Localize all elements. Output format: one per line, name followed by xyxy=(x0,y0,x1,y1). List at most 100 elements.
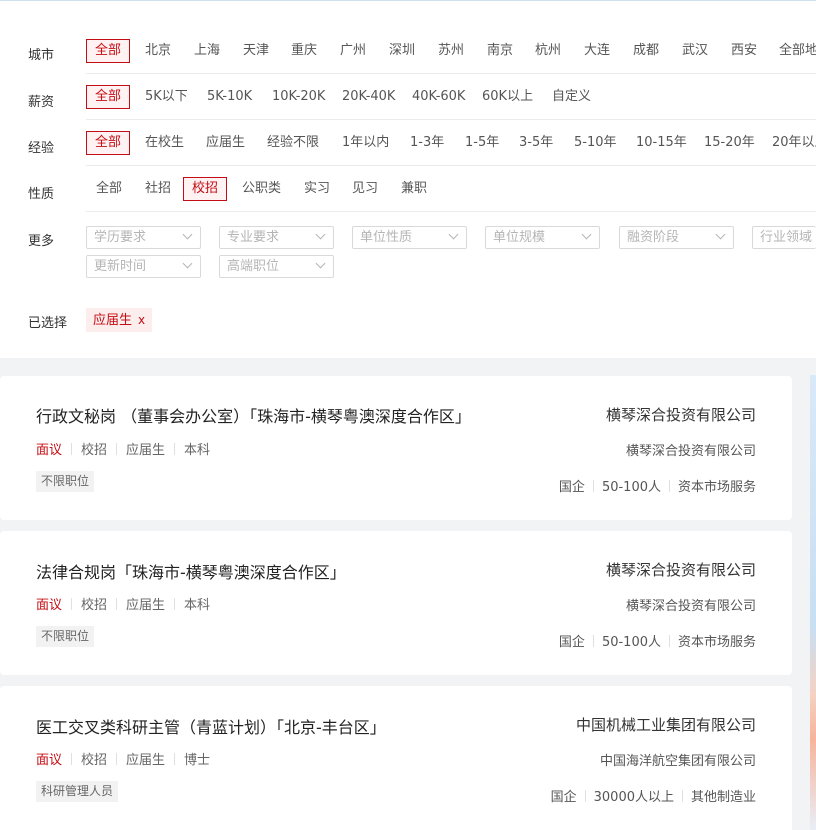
chevron-down-icon xyxy=(315,258,326,269)
selected-filter-chip: 应届生 x xyxy=(86,308,153,332)
education-select-label: 学历要求 xyxy=(94,230,147,245)
company-industry: 其他制造业 xyxy=(690,790,756,805)
company-size: 30000人以上 xyxy=(593,790,674,805)
org-size-select-label: 单位规模 xyxy=(493,230,546,245)
chevron-down-icon xyxy=(448,229,459,240)
job-tags: 面议 校招 应届生 本科 xyxy=(36,439,210,458)
type-option-public[interactable]: 公职类 xyxy=(242,177,281,201)
type-option-all[interactable]: 全部 xyxy=(96,177,122,201)
city-option-beijing[interactable]: 北京 xyxy=(145,39,171,63)
city-option-suzhou[interactable]: 苏州 xyxy=(438,39,464,63)
job-tag: 本科 xyxy=(184,598,211,613)
salary-option-over-60k[interactable]: 60K以上 xyxy=(482,85,533,109)
city-option-guangzhou[interactable]: 广州 xyxy=(340,39,366,63)
salary-option-10k-20k[interactable]: 10K-20K xyxy=(272,85,325,109)
salary-option-20k-40k[interactable]: 20K-40K xyxy=(342,85,395,109)
job-card[interactable]: 法律合规岗「珠海市-横琴粤澳深度合作区」 面议 校招 应届生 本科 不限职位 横琴深合… xyxy=(0,531,792,675)
major-select[interactable]: 专业要求 xyxy=(219,226,334,249)
job-tag: 校招 xyxy=(81,443,108,458)
company-meta: 国企 50-100人 资本市场服务 xyxy=(559,631,756,650)
funding-stage-select[interactable]: 融资阶段 xyxy=(619,226,734,249)
type-option-parttime[interactable]: 兼职 xyxy=(401,177,427,201)
experience-filter-row: 经验 全部 在校生 应届生 经验不限 1年以内 1-3年 1-5年 3-5年 5… xyxy=(0,131,816,157)
org-type-select[interactable]: 单位性质 xyxy=(352,226,467,249)
city-option-hangzhou[interactable]: 杭州 xyxy=(535,39,561,63)
type-filter-row: 性质 全部 社招 校招 公职类 实习 见习 兼职 xyxy=(0,177,816,203)
company-industry: 资本市场服务 xyxy=(677,480,756,495)
remove-filter-button[interactable]: x xyxy=(138,313,145,327)
job-card[interactable]: 医工交叉类科研主管（青蓝计划）「北京-丰台区」 面议 校招 应届生 博士 科研管理人员… xyxy=(0,686,792,830)
experience-option-3-5y[interactable]: 3-5年 xyxy=(519,131,553,155)
company-industry: 资本市场服务 xyxy=(677,635,756,650)
job-category-badge: 科研管理人员 xyxy=(36,781,119,802)
company-name[interactable]: 横琴深合投资有限公司 xyxy=(606,559,756,580)
experience-option-1-3y[interactable]: 1-3年 xyxy=(410,131,444,155)
city-option-chongqing[interactable]: 重庆 xyxy=(291,39,317,63)
city-option-all[interactable]: 全部 xyxy=(86,39,131,63)
update-time-select-label: 更新时间 xyxy=(94,259,147,274)
city-option-nanjing[interactable]: 南京 xyxy=(487,39,513,63)
selected-filter-chip-label: 应届生 xyxy=(93,313,133,328)
chevron-down-icon xyxy=(315,229,326,240)
city-option-xian[interactable]: 西安 xyxy=(731,39,757,63)
company-ownership: 国企 xyxy=(558,480,585,495)
experience-option-5-10y[interactable]: 5-10年 xyxy=(574,131,617,155)
city-option-tianjin[interactable]: 天津 xyxy=(243,39,269,63)
job-title[interactable]: 医工交叉类科研主管（青蓝计划）「北京-丰台区」 xyxy=(36,714,386,738)
salary-option-40k-60k[interactable]: 40K-60K xyxy=(412,85,465,109)
salary-option-all[interactable]: 全部 xyxy=(86,85,131,109)
job-tag: 校招 xyxy=(81,598,108,613)
industry-select[interactable]: 行业领域 xyxy=(752,226,816,249)
company-ownership: 国企 xyxy=(558,635,585,650)
job-title[interactable]: 法律合规岗「珠海市-横琴粤澳深度合作区」 xyxy=(36,559,346,583)
education-select[interactable]: 学历要求 xyxy=(86,226,201,249)
experience-option-10-15y[interactable]: 10-15年 xyxy=(636,131,687,155)
type-option-trainee[interactable]: 见习 xyxy=(352,177,378,201)
divider xyxy=(86,165,816,166)
salary-filter-row: 薪资 全部 5K以下 5K-10K 10K-20K 20K-40K 40K-60… xyxy=(0,85,816,111)
city-option-all-regions[interactable]: 全部地 xyxy=(779,39,816,63)
type-option-social[interactable]: 社招 xyxy=(145,177,171,201)
job-card[interactable]: 行政文秘岗 （董事会办公室）「珠海市-横琴粤澳深度合作区」 面议 校招 应届生 本科 … xyxy=(0,376,792,520)
company-name[interactable]: 中国机械工业集团有限公司 xyxy=(576,714,756,735)
experience-option-under-1y[interactable]: 1年以内 xyxy=(342,131,389,155)
company-name[interactable]: 横琴深合投资有限公司 xyxy=(606,404,756,425)
experience-option-graduate[interactable]: 应届生 xyxy=(206,131,245,155)
chevron-down-icon xyxy=(182,229,193,240)
salary-option-under-5k[interactable]: 5K以下 xyxy=(145,85,188,109)
job-tag: 博士 xyxy=(184,753,211,768)
subcompany-name: 中国海洋航空集团有限公司 xyxy=(599,754,756,769)
job-tag: 应届生 xyxy=(126,753,166,768)
city-option-shenzhen[interactable]: 深圳 xyxy=(389,39,415,63)
job-category-badge: 不限职位 xyxy=(36,471,95,492)
experience-option-all[interactable]: 全部 xyxy=(86,131,131,155)
city-option-chengdu[interactable]: 成都 xyxy=(633,39,659,63)
city-filter-row: 城市 全部 北京 上海 天津 重庆 广州 深圳 苏州 南京 杭州 大连 成都 武… xyxy=(0,39,816,65)
experience-option-1-5y[interactable]: 1-5年 xyxy=(465,131,499,155)
company-size: 50-100人 xyxy=(601,635,661,650)
job-tag: 应届生 xyxy=(126,598,166,613)
city-option-dalian[interactable]: 大连 xyxy=(584,39,610,63)
salary-option-custom[interactable]: 自定义 xyxy=(552,85,591,109)
funding-stage-select-label: 融资阶段 xyxy=(627,230,680,245)
chevron-down-icon xyxy=(182,258,193,269)
senior-position-select-label: 高端职位 xyxy=(227,259,280,274)
senior-position-select[interactable]: 高端职位 xyxy=(219,255,334,278)
company-size: 50-100人 xyxy=(601,480,661,495)
experience-option-student[interactable]: 在校生 xyxy=(145,131,184,155)
salary-option-5k-10k[interactable]: 5K-10K xyxy=(207,85,252,109)
job-tag: 本科 xyxy=(184,443,211,458)
experience-option-over-20y[interactable]: 20年以上 xyxy=(772,131,816,155)
city-option-wuhan[interactable]: 武汉 xyxy=(682,39,708,63)
company-ownership: 国企 xyxy=(550,790,577,805)
side-banner-edge xyxy=(810,375,816,830)
city-option-shanghai[interactable]: 上海 xyxy=(194,39,220,63)
type-option-internship[interactable]: 实习 xyxy=(304,177,330,201)
experience-option-15-20y[interactable]: 15-20年 xyxy=(704,131,755,155)
job-salary: 面议 xyxy=(36,443,63,458)
type-option-campus[interactable]: 校招 xyxy=(183,177,228,201)
update-time-select[interactable]: 更新时间 xyxy=(86,255,201,278)
experience-option-any[interactable]: 经验不限 xyxy=(267,131,319,155)
org-size-select[interactable]: 单位规模 xyxy=(485,226,600,249)
job-title[interactable]: 行政文秘岗 （董事会办公室）「珠海市-横琴粤澳深度合作区」 xyxy=(36,403,471,427)
